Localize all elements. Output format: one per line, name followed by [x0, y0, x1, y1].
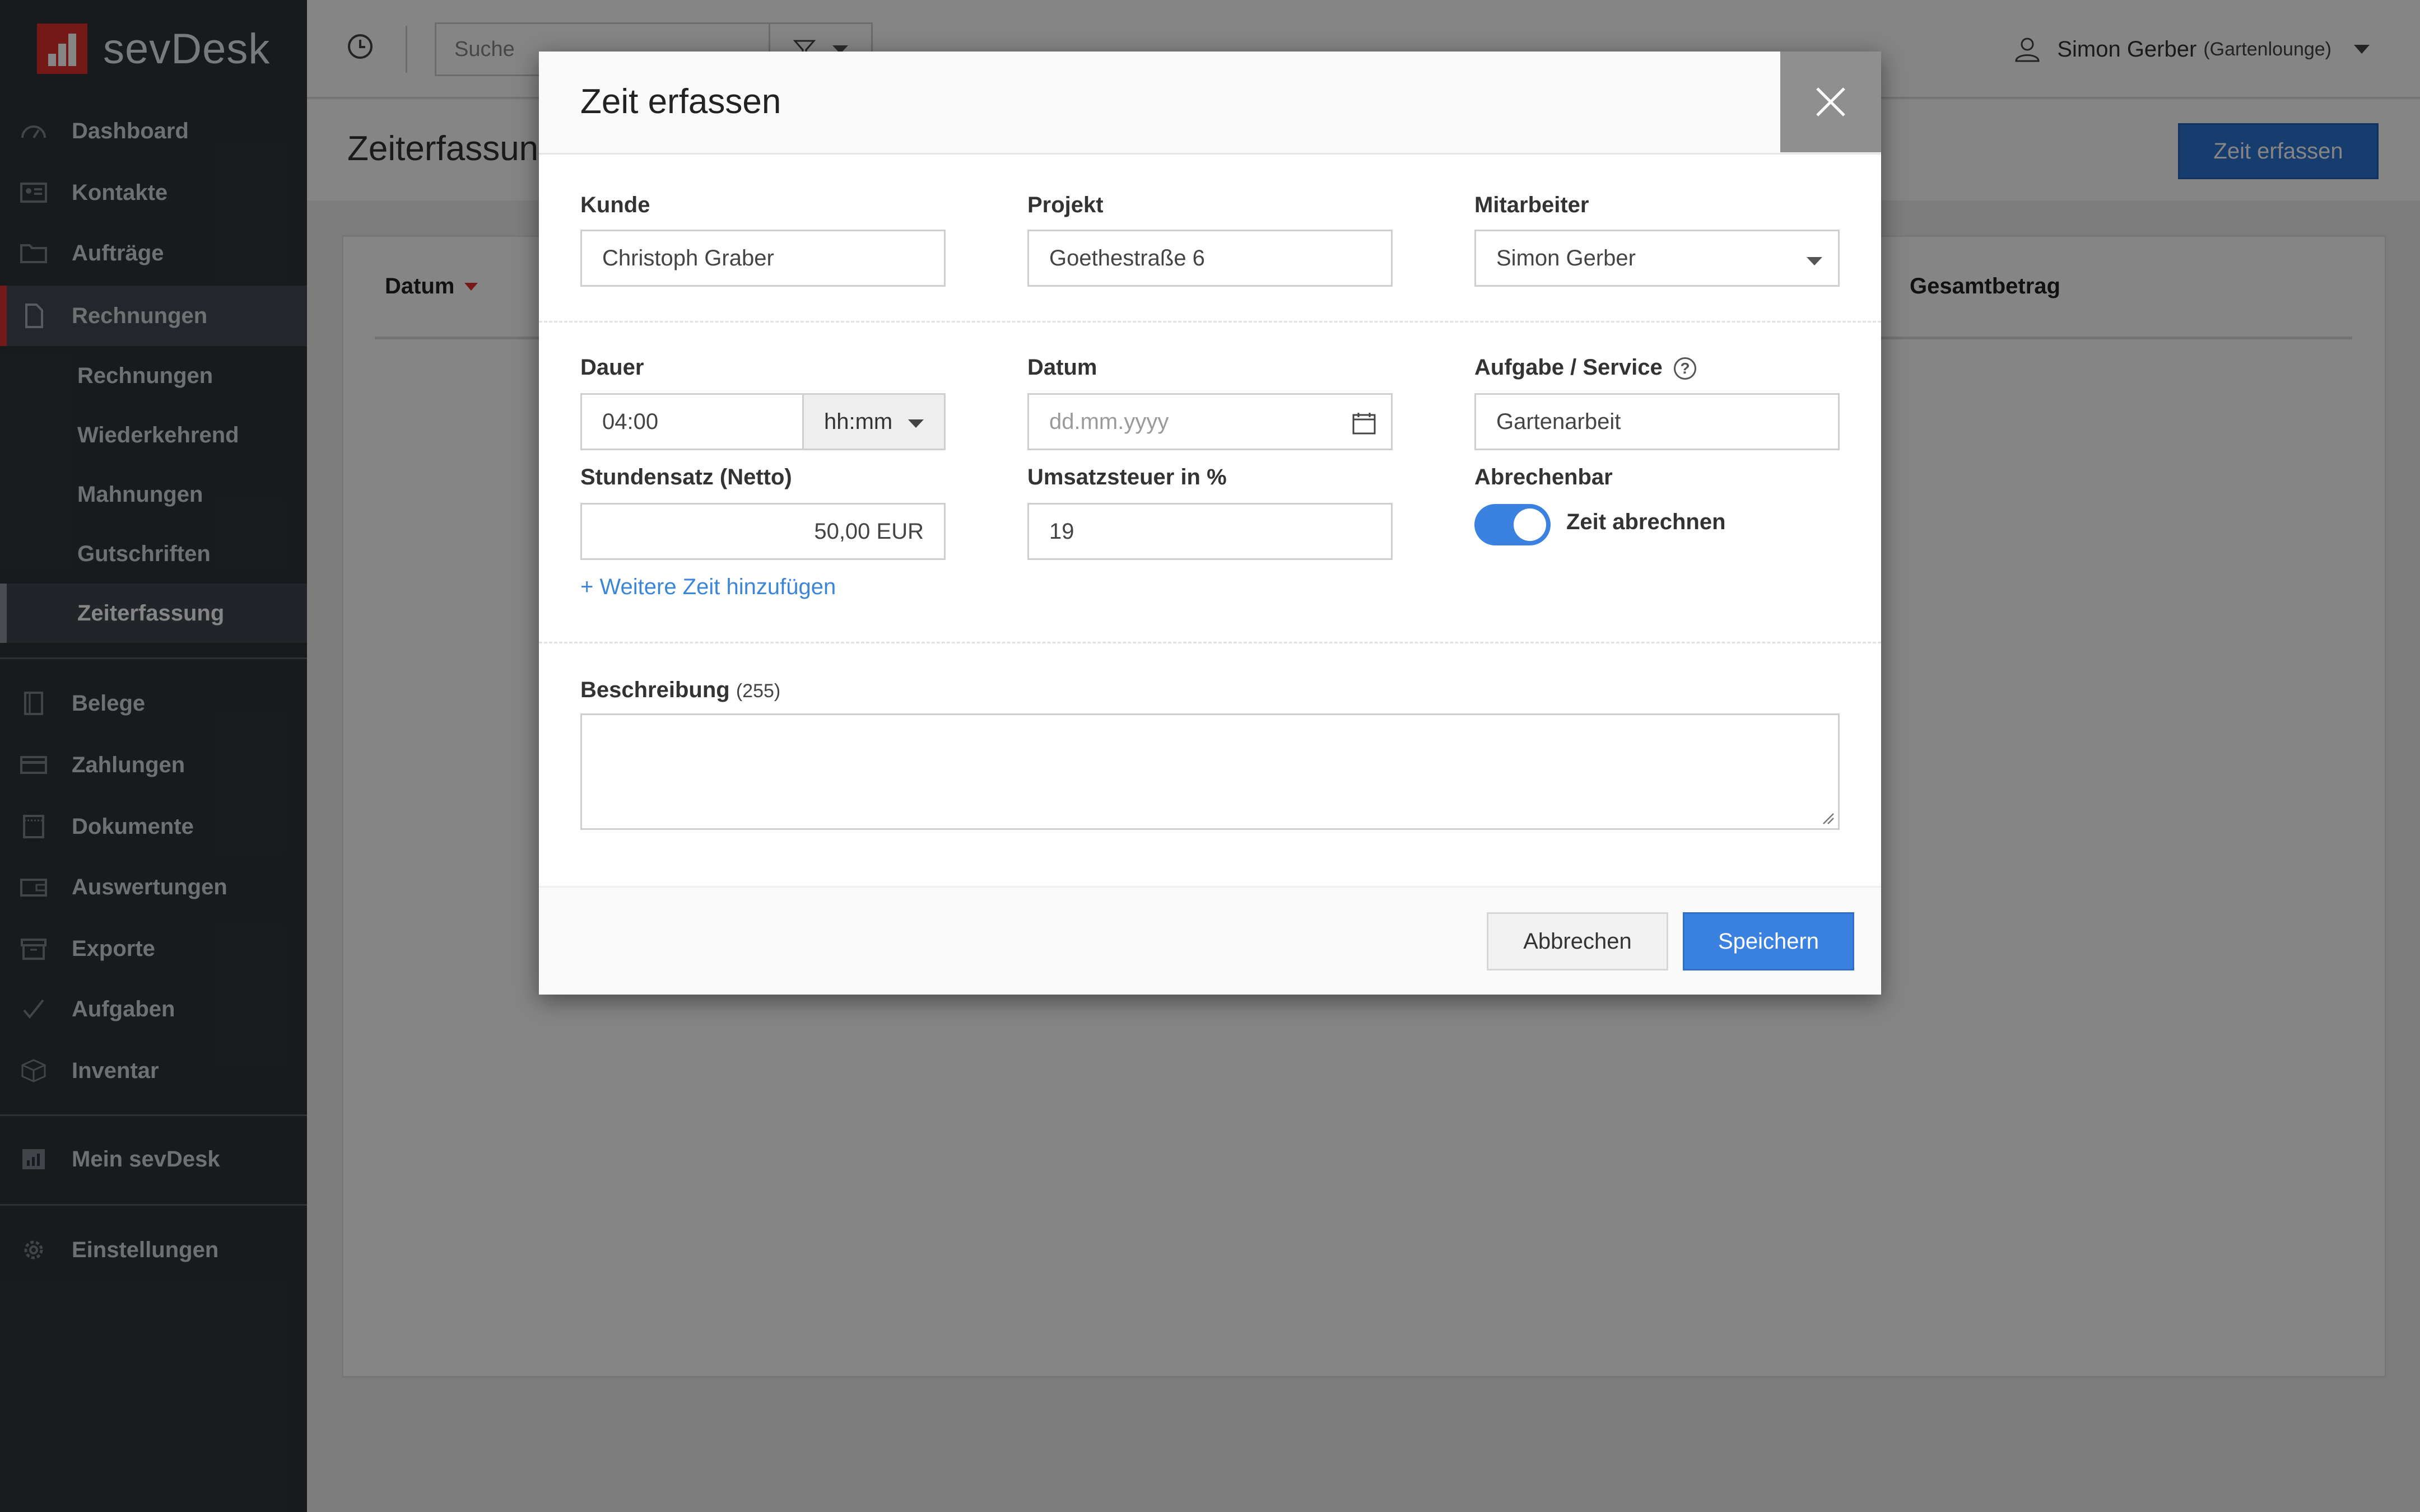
dauer-label: Dauer — [580, 355, 644, 380]
projekt-label: Projekt — [1027, 193, 1104, 217]
save-button[interactable]: Speichern — [1683, 912, 1854, 970]
kunde-input[interactable]: Christoph Graber — [580, 230, 946, 287]
calendar-icon[interactable] — [1352, 412, 1376, 435]
dauer-unit-select[interactable]: hh:mm — [802, 393, 946, 450]
datum-input[interactable]: dd.mm.yyyy — [1027, 393, 1393, 450]
dialog-header: Zeit erfassen — [539, 52, 1881, 155]
dialog-footer: Abbrechen Speichern — [539, 886, 1881, 995]
add-more-time-link[interactable]: + Weitere Zeit hinzufügen — [580, 575, 836, 600]
mitarbeiter-value: Simon Gerber — [1496, 245, 1636, 270]
help-icon[interactable]: ? — [1674, 357, 1696, 380]
abrechenbar-label: Abrechenbar — [1474, 465, 1613, 489]
dauer-unit-value: hh:mm — [824, 409, 893, 434]
close-icon — [1816, 87, 1845, 116]
aufgabe-input[interactable]: Gartenarbeit — [1474, 393, 1840, 450]
kunde-label: Kunde — [580, 193, 650, 217]
mitarbeiter-label: Mitarbeiter — [1474, 193, 1589, 217]
chevron-down-icon — [1807, 257, 1822, 265]
datum-placeholder: dd.mm.yyyy — [1049, 409, 1169, 434]
beschreibung-label: Beschreibung (255) — [580, 678, 780, 703]
toggle-knob — [1514, 508, 1546, 541]
cancel-button[interactable]: Abbrechen — [1487, 912, 1668, 970]
mitarbeiter-select[interactable]: Simon Gerber — [1474, 230, 1840, 287]
chevron-down-icon — [908, 419, 924, 428]
ust-input[interactable]: 19 — [1027, 503, 1393, 560]
time-entry-dialog: Zeit erfassen Kunde Christoph Graber Pro… — [539, 52, 1881, 995]
projekt-input[interactable]: Goethestraße 6 — [1027, 230, 1393, 287]
datum-label: Datum — [1027, 355, 1097, 380]
close-button[interactable] — [1780, 52, 1881, 152]
dialog-title: Zeit erfassen — [580, 82, 781, 121]
beschreibung-char-count: (255) — [736, 680, 781, 702]
dauer-input[interactable]: 04:00 — [580, 393, 804, 450]
beschreibung-textarea[interactable] — [580, 713, 1840, 830]
resize-grip-icon[interactable] — [1820, 810, 1835, 825]
section-divider — [539, 321, 1881, 323]
aufgabe-label: Aufgabe / Service — [1474, 355, 1663, 380]
abrechenbar-toggle[interactable] — [1474, 504, 1551, 545]
ust-label: Umsatzsteuer in % — [1027, 465, 1227, 489]
section-divider — [539, 642, 1881, 643]
stundensatz-label: Stundensatz (Netto) — [580, 465, 792, 489]
stundensatz-input[interactable]: 50,00 EUR — [580, 503, 946, 560]
abrechenbar-toggle-label: Zeit abrechnen — [1566, 510, 1726, 534]
beschreibung-label-text: Beschreibung — [580, 678, 730, 702]
